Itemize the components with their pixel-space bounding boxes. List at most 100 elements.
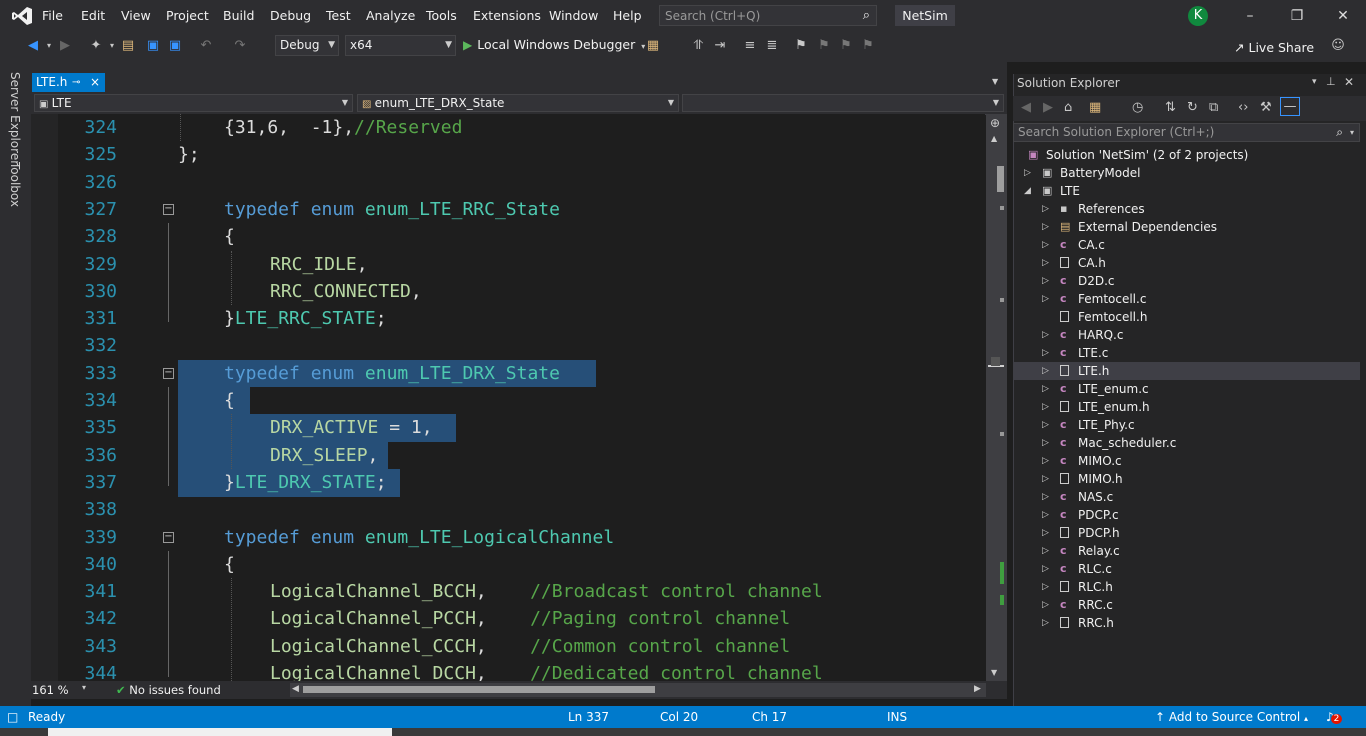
code-line[interactable]: 326 — [31, 169, 985, 196]
start-debugger-button[interactable]: ▶ Local Windows Debugger ▾ — [463, 37, 645, 52]
project-scope-select[interactable]: ▣ LTE ▼ — [34, 94, 353, 112]
next-bookmark-icon[interactable]: ⚑ — [838, 38, 854, 54]
menu-item[interactable]: Debug — [270, 8, 311, 23]
sync-icon[interactable]: ⇅ — [1165, 100, 1176, 115]
collapse-region-icon[interactable]: − — [163, 203, 174, 215]
avatar[interactable]: K — [1188, 6, 1208, 26]
status-char[interactable]: Ch 17 — [752, 710, 787, 724]
live-share-button[interactable]: ↗ Live Share — [1234, 40, 1314, 55]
code-line[interactable]: 344 LogicalChannel_DCCH, //Dedicated cont… — [31, 660, 985, 681]
configuration-select[interactable]: Debug ▼ — [275, 35, 339, 56]
tree-item[interactable]: ▷ c LTE.c — [1014, 344, 1360, 362]
visual-studio-logo-icon[interactable] — [11, 6, 33, 26]
tree-item[interactable]: ▷ c HARQ.c — [1014, 326, 1360, 344]
menu-item[interactable]: Project — [166, 8, 209, 23]
properties-icon[interactable]: ⚒ — [1260, 100, 1272, 115]
collapse-region-icon[interactable]: − — [163, 367, 174, 379]
collapsed-arrow-icon[interactable]: ▷ — [1042, 452, 1049, 470]
open-folder-icon[interactable]: ▤ — [120, 38, 136, 54]
collapsed-arrow-icon[interactable]: ▷ — [1042, 398, 1049, 416]
new-project-icon[interactable]: ✦ — [88, 38, 104, 54]
tree-item[interactable]: ▷ c Relay.c — [1014, 542, 1360, 560]
code-line[interactable]: 331}LTE_RRC_STATE; — [31, 305, 985, 332]
status-column[interactable]: Col 20 — [660, 710, 698, 724]
collapsed-arrow-icon[interactable]: ▷ — [1042, 542, 1049, 560]
menu-item[interactable]: View — [121, 8, 151, 23]
back-icon[interactable]: ◀ — [25, 38, 41, 54]
menu-item[interactable]: File — [42, 8, 63, 23]
feedback-icon[interactable]: ☺ — [1330, 38, 1346, 54]
collapsed-arrow-icon[interactable]: ▷ — [1042, 524, 1049, 542]
status-insert-mode[interactable]: INS — [887, 710, 907, 724]
collapsed-arrow-icon[interactable]: ▷ — [1024, 164, 1031, 182]
home-icon[interactable]: ⌂ — [1064, 100, 1072, 115]
switch-views-icon[interactable]: ▦ — [1089, 100, 1101, 115]
source-control-button[interactable]: ↑ Add to Source Control ▴ — [1155, 710, 1308, 724]
scope-select[interactable]: ▼ — [682, 94, 1004, 112]
collapsed-arrow-icon[interactable]: ▷ — [1042, 578, 1049, 596]
tab-overflow-icon[interactable]: ▼ — [992, 77, 998, 86]
forward-icon[interactable]: ▶ — [57, 38, 73, 54]
code-line[interactable]: 338 — [31, 496, 985, 523]
collapsed-arrow-icon[interactable]: ▷ — [1042, 614, 1049, 632]
code-line[interactable]: 324 {31,6, -1},//Reserved — [31, 114, 985, 141]
menu-item[interactable]: Analyze — [366, 8, 415, 23]
tree-item[interactable]: ▷ MIMO.h — [1014, 470, 1360, 488]
close-icon[interactable]: ✕ — [1333, 6, 1353, 26]
code-view-icon[interactable]: ‹› — [1238, 100, 1248, 115]
collapsed-arrow-icon[interactable]: ▷ — [1042, 236, 1049, 254]
code-line[interactable]: 343 LogicalChannel_CCCH, //Common control… — [31, 633, 985, 660]
code-line[interactable]: 339 typedef enum enum_LTE_LogicalChannel — [31, 524, 985, 551]
menu-item[interactable]: Edit — [81, 8, 105, 23]
forward-icon[interactable]: ▶ — [1043, 100, 1053, 115]
minimize-icon[interactable]: – — [1240, 6, 1260, 26]
code-line[interactable]: 329 RRC_IDLE, — [31, 251, 985, 278]
collapsed-arrow-icon[interactable]: ▷ — [1042, 326, 1049, 344]
tree-item[interactable]: ▷ LTE_enum.h — [1014, 398, 1360, 416]
code-line[interactable]: 328 { — [31, 223, 985, 250]
collapsed-arrow-icon[interactable]: ▷ — [1042, 200, 1049, 218]
back-icon[interactable]: ◀ — [1021, 100, 1031, 115]
collapsed-arrow-icon[interactable]: ▷ — [1042, 488, 1049, 506]
collapsed-arrow-icon[interactable]: ▷ — [1042, 218, 1049, 236]
tree-item[interactable]: ▷ PDCP.h — [1014, 524, 1360, 542]
collapsed-arrow-icon[interactable]: ▷ — [1042, 434, 1049, 452]
tree-item[interactable]: ▷ c RLC.c — [1014, 560, 1360, 578]
step-icon[interactable]: ⥣ — [690, 38, 706, 54]
panel-menu-icon[interactable]: ▾ — [1312, 77, 1317, 87]
new-dropdown-icon[interactable]: ▾ — [104, 38, 120, 54]
toolbox-tab[interactable]: Toolbox — [8, 162, 22, 207]
collapsed-arrow-icon[interactable]: ▷ — [1042, 470, 1049, 488]
tree-item[interactable]: ▷ ▣ BatteryModel — [1014, 164, 1360, 182]
preview-selected-icon[interactable]: — — [1280, 97, 1300, 116]
tree-item[interactable]: ▷ c Femtocell.c — [1014, 290, 1360, 308]
tree-item[interactable]: ▷ ▪ References — [1014, 200, 1360, 218]
indent-icon[interactable]: ⇥ — [712, 38, 728, 54]
close-tab-icon[interactable]: × — [90, 73, 100, 92]
menu-item[interactable]: Build — [223, 8, 254, 23]
undo-icon[interactable]: ↶ — [198, 38, 214, 54]
code-line[interactable]: 334 { — [31, 387, 985, 414]
tab-lte-h[interactable]: LTE.h ⊸ × — [32, 73, 105, 92]
scroll-down-icon[interactable]: ▼ — [991, 668, 997, 677]
pin-panel-icon[interactable]: ⊥ — [1326, 75, 1336, 88]
code-line[interactable]: 337}LTE_DRX_STATE; — [31, 469, 985, 496]
code-line[interactable]: 342 LogicalChannel_PCCH, //Paging control… — [31, 605, 985, 632]
server-explorer-tab[interactable]: Server Explorer — [8, 72, 22, 165]
menu-item[interactable]: Test — [326, 8, 351, 23]
code-line[interactable]: 330 RRC_CONNECTED, — [31, 278, 985, 305]
tree-item[interactable]: ▷ c RRC.c — [1014, 596, 1360, 614]
tree-item[interactable]: ▷ ▤ External Dependencies — [1014, 218, 1360, 236]
tree-item[interactable]: ▣ Solution 'NetSim' (2 of 2 projects) — [1014, 146, 1360, 164]
scroll-right-icon[interactable]: ▶ — [974, 684, 981, 694]
vertical-scroll-thumb[interactable] — [997, 166, 1004, 192]
collapsed-arrow-icon[interactable]: ▷ — [1042, 272, 1049, 290]
collapsed-arrow-icon[interactable]: ▷ — [1042, 380, 1049, 398]
save-all-icon[interactable]: ▣ — [167, 38, 183, 54]
collapse-all-icon[interactable]: ⧉ — [1209, 100, 1218, 115]
comment-icon[interactable]: ≡ — [742, 38, 758, 54]
collapsed-arrow-icon[interactable]: ▷ — [1042, 506, 1049, 524]
menu-item[interactable]: Extensions — [473, 8, 541, 23]
tree-item[interactable]: ▷ c CA.c — [1014, 236, 1360, 254]
menu-item[interactable]: Window — [549, 8, 598, 23]
